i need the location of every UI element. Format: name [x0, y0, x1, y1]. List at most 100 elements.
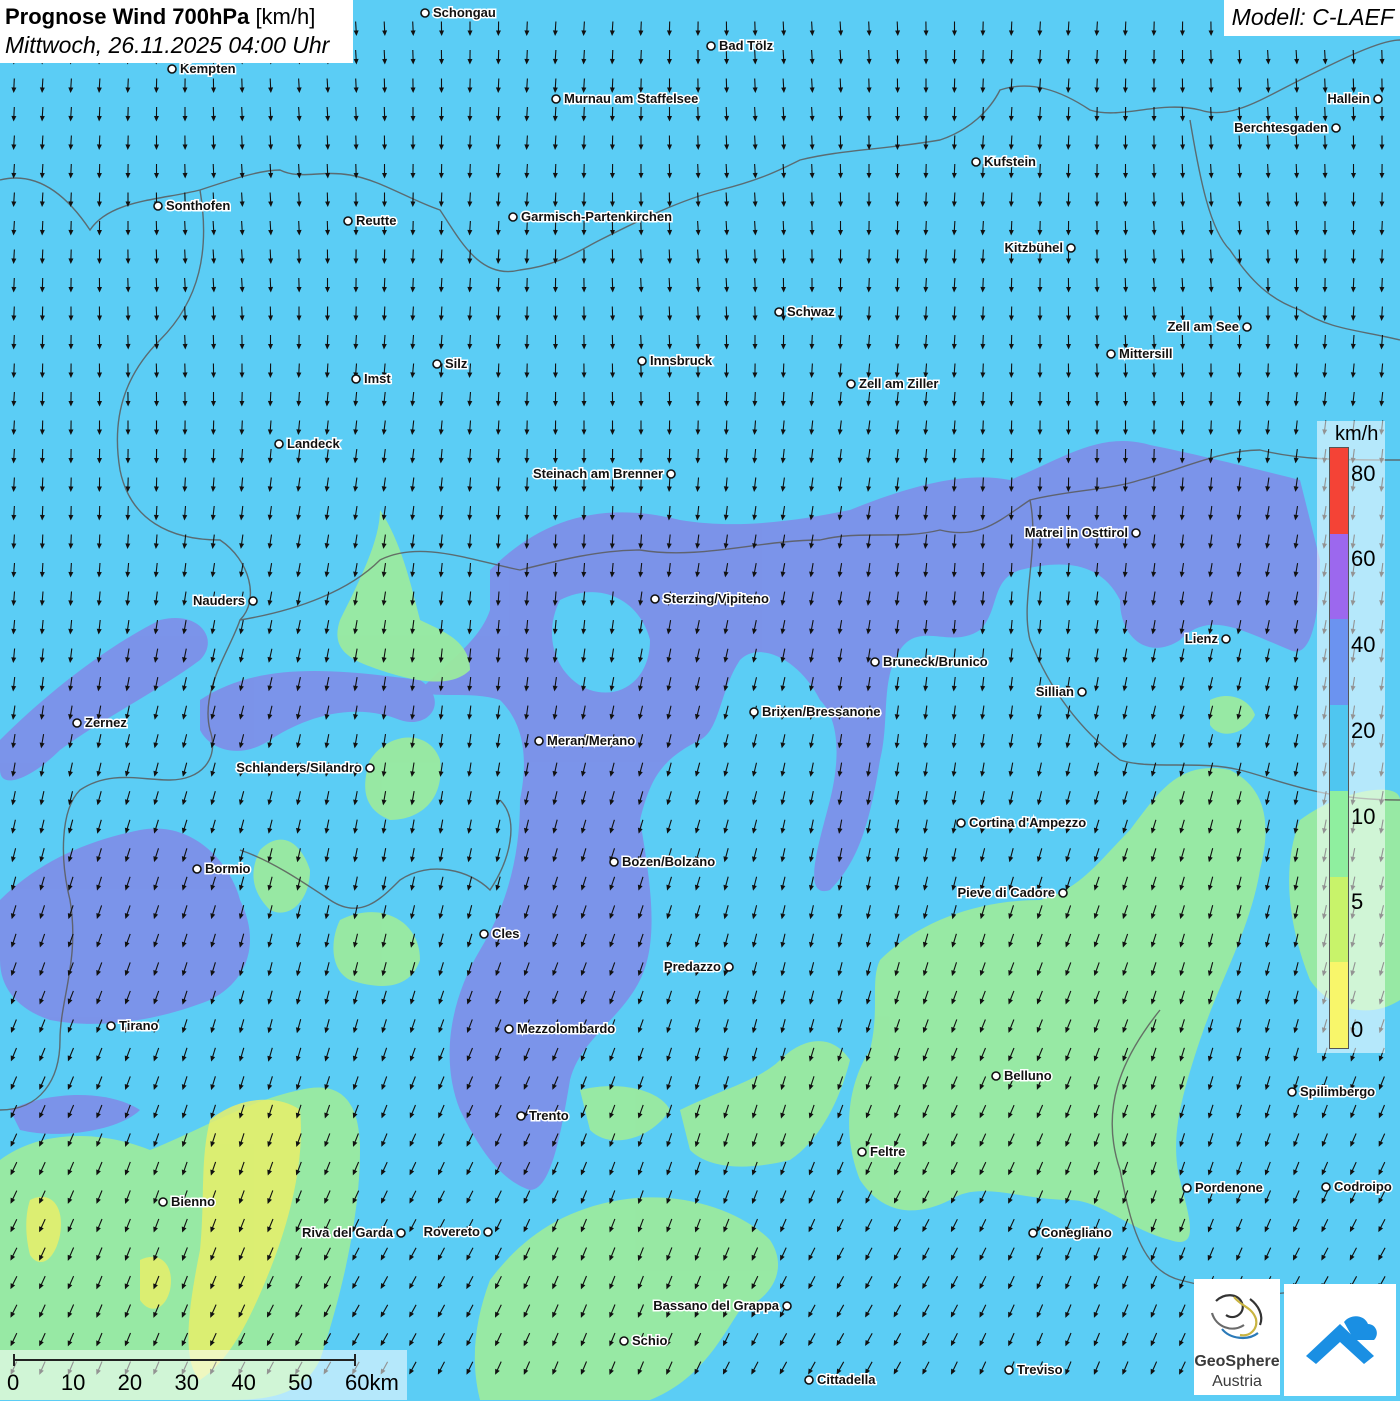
city-bozen-bolzano[interactable]: Bozen/Bolzano	[610, 854, 715, 869]
city-spilimbergo[interactable]: Spilimbergo	[1288, 1084, 1375, 1099]
city-sonthofen[interactable]: Sonthofen	[154, 198, 230, 213]
city-dot	[972, 158, 980, 166]
legend-unit: km/h	[1335, 423, 1378, 446]
city-dot	[638, 357, 646, 365]
city-dot	[168, 65, 176, 73]
city-label: Cles	[492, 926, 519, 941]
legend-tick-label: 5	[1351, 889, 1363, 915]
logo-name-line1: GeoSphere	[1194, 1353, 1280, 1371]
scale-label: 40	[231, 1370, 255, 1396]
city-label: Reutte	[356, 213, 396, 228]
city-brixen-bressanone[interactable]: Brixen/Bressanone	[750, 704, 881, 719]
city-dot	[610, 858, 618, 866]
city-pieve-di-cadore[interactable]: Pieve di Cadore	[957, 885, 1067, 900]
city-label: Riva del Garda	[302, 1225, 394, 1240]
city-conegliano[interactable]: Conegliano	[1029, 1225, 1112, 1240]
city-label: Bienno	[171, 1194, 215, 1209]
city-label: Tirano	[119, 1018, 159, 1033]
city-dot	[509, 213, 517, 221]
city-murnau-am-staffelsee[interactable]: Murnau am Staffelsee	[552, 91, 698, 106]
city-label: Kitzbühel	[1005, 240, 1064, 255]
city-label: Hallein	[1327, 91, 1370, 106]
city-dot	[620, 1337, 628, 1345]
city-dot	[480, 930, 488, 938]
city-label: Cittadella	[817, 1372, 876, 1387]
city-label: Spilimbergo	[1300, 1084, 1375, 1099]
city-label: Schongau	[433, 5, 496, 20]
city-dot	[783, 1302, 791, 1310]
city-dot	[249, 597, 257, 605]
geosphere-logo[interactable]: GeoSphere Austria	[1194, 1279, 1280, 1395]
city-label: Sterzing/Vipiteno	[663, 591, 769, 606]
city-label: Trento	[529, 1108, 569, 1123]
city-bassano-del-grappa[interactable]: Bassano del Grappa	[653, 1298, 791, 1313]
scale-label: 50	[288, 1370, 312, 1396]
city-dot	[552, 95, 560, 103]
scale-label: 20	[118, 1370, 142, 1396]
map-title: Prognose Wind 700hPa [km/h]	[5, 3, 348, 31]
city-garmisch-partenkirchen[interactable]: Garmisch-Partenkirchen	[509, 209, 672, 224]
city-dot	[992, 1072, 1000, 1080]
city-label: Schlanders/Silandro	[236, 760, 362, 775]
city-label: Conegliano	[1041, 1225, 1112, 1240]
legend-tick-label: 20	[1351, 718, 1375, 744]
city-dot	[1374, 95, 1382, 103]
legend-segment	[1330, 534, 1348, 620]
city-label: Predazzo	[664, 959, 721, 974]
city-label: Cortina d'Ampezzo	[969, 815, 1086, 830]
city-label: Steinach am Brenner	[533, 466, 663, 481]
city-zell-am-see[interactable]: Zell am See	[1167, 319, 1251, 334]
city-matrei-in-osttirol[interactable]: Matrei in Osttirol	[1025, 525, 1140, 540]
city-cortina-d-ampezzo[interactable]: Cortina d'Ampezzo	[957, 815, 1086, 830]
city-steinach-am-brenner[interactable]: Steinach am Brenner	[533, 466, 675, 481]
legend-segment	[1330, 791, 1348, 877]
legend-tick-label: 80	[1351, 461, 1375, 487]
city-label: Rovereto	[424, 1224, 480, 1239]
city-dot	[957, 819, 965, 827]
city-label: Kufstein	[984, 154, 1036, 169]
city-dot	[535, 737, 543, 745]
city-riva-del-garda[interactable]: Riva del Garda	[302, 1225, 405, 1240]
city-dot	[1332, 124, 1340, 132]
legend-segment	[1330, 619, 1348, 705]
city-label: Nauders	[193, 593, 245, 608]
city-label: Sillian	[1036, 684, 1074, 699]
city-schongau[interactable]: Schongau	[421, 5, 496, 20]
city-schlanders-silandro[interactable]: Schlanders/Silandro	[236, 760, 374, 775]
city-dot	[1107, 350, 1115, 358]
city-berchtesgaden[interactable]: Berchtesgaden	[1234, 120, 1340, 135]
city-label: Sonthofen	[166, 198, 230, 213]
map-title-bold: Prognose Wind 700hPa	[5, 4, 249, 29]
city-zell-am-ziller[interactable]: Zell am Ziller	[847, 376, 938, 391]
city-label: Pieve di Cadore	[957, 885, 1055, 900]
city-label: Zernez	[85, 715, 127, 730]
city-meran-merano[interactable]: Meran/Merano	[535, 733, 635, 748]
city-dot	[397, 1229, 405, 1237]
city-dot	[1288, 1088, 1296, 1096]
city-dot	[1322, 1183, 1330, 1191]
city-dot	[1132, 529, 1140, 537]
city-dot	[505, 1025, 513, 1033]
city-dot	[847, 380, 855, 388]
city-label: Innsbruck	[650, 353, 713, 368]
city-label: Bruneck/Brunico	[883, 654, 988, 669]
city-pordenone[interactable]: Pordenone	[1183, 1180, 1263, 1195]
city-label: Garmisch-Partenkirchen	[521, 209, 672, 224]
city-dot	[667, 470, 675, 478]
city-innsbruck[interactable]: Innsbruck	[638, 353, 713, 368]
city-dot	[805, 1376, 813, 1384]
city-bruneck-brunico[interactable]: Bruneck/Brunico	[871, 654, 988, 669]
city-mezzolombardo[interactable]: Mezzolombardo	[505, 1021, 615, 1036]
scale-label: 30	[175, 1370, 199, 1396]
city-dot	[707, 42, 715, 50]
city-label: Mezzolombardo	[517, 1021, 615, 1036]
city-label: Belluno	[1004, 1068, 1052, 1083]
city-sterzing-vipiteno[interactable]: Sterzing/Vipiteno	[651, 591, 769, 606]
weather-app-logo[interactable]	[1284, 1284, 1396, 1396]
city-dot	[193, 865, 201, 873]
wind-map[interactable]: SchongauBad TölzKemptenMurnau am Staffel…	[0, 0, 1400, 1400]
city-label: Treviso	[1017, 1362, 1063, 1377]
city-dot	[484, 1228, 492, 1236]
city-dot	[775, 308, 783, 316]
city-dot	[1078, 688, 1086, 696]
